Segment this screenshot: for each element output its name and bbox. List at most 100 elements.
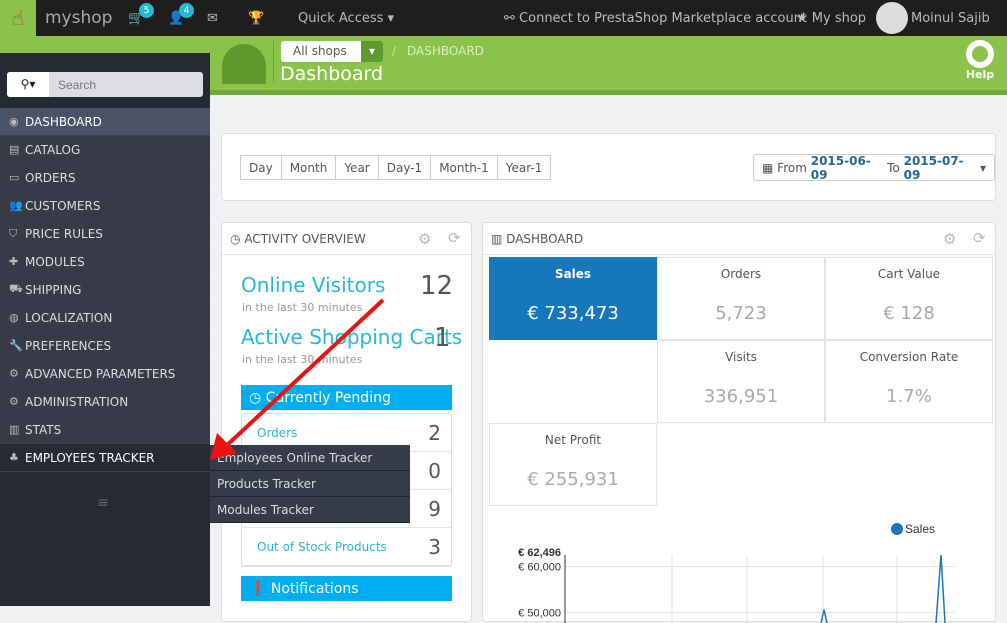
sidebar-item-label: SHIPPING [25,282,82,297]
to-label: To [887,160,900,175]
pending-value: 9 [428,496,441,521]
help-button[interactable]: Help [960,40,1000,81]
refresh-icon[interactable]: ⟳ [448,229,461,247]
customers-icon[interactable]: 👤 4 [168,0,194,36]
dashboard-panel: ▥ DASHBOARD ⚙ ⟳ Sales € 733,473 Orders 5,72… [482,222,996,623]
exclamation-icon: ❗ [249,580,267,597]
dashboard-gauge-icon [222,44,266,84]
chevron-down-icon: ▾ [361,41,383,62]
date-button-day-1[interactable]: Day-1 [377,155,432,180]
shop-select[interactable]: All shops ▾ [281,41,383,62]
page-title: Dashboard [280,63,384,85]
sidebar-item-label: CUSTOMERS [25,198,101,213]
configure-icon[interactable]: ⚙ [418,230,431,248]
date-button-year[interactable]: Year [335,155,379,180]
kpi-value: 1.7% [886,386,932,407]
kpi-value: 336,951 [703,386,779,407]
panel-title: DASHBOARD [506,231,584,246]
breadcrumb[interactable]: DASHBOARD [407,44,484,58]
kpi-visits[interactable]: Visits 336,951 [657,340,825,423]
panel-title: ACTIVITY OVERVIEW [244,231,366,246]
search-input[interactable] [49,72,203,97]
sidebar-item-label: ADVANCED PARAMETERS [25,366,176,381]
sidebar-item-orders[interactable]: ▭ ORDERS [0,164,210,192]
envelope-icon[interactable]: ✉ [207,0,218,36]
kpi-label: Orders [720,267,762,281]
search-type-dropdown[interactable]: ⚲▾ [7,72,49,97]
my-shop-label: My shop [811,10,867,26]
help-label: Help [965,68,995,81]
marketplace-link[interactable]: ⚯ Connect to PrestaShop Marketplace acco… [504,0,807,36]
bar-chart-icon: ▥ [491,231,503,246]
kpi-label: Cart Value [877,267,941,281]
kpi-net-profit[interactable]: Net Profit € 255,931 [489,423,657,506]
tag-icon: ⛉ [9,226,18,240]
kpi-value: € 128 [883,303,935,324]
date-button-month[interactable]: Month [280,155,337,180]
sidebar-item-stats[interactable]: ▥ STATS [0,416,210,444]
sidebar-item-label: EMPLOYEES TRACKER [25,450,155,465]
kpi-label: Conversion Rate [859,350,959,364]
prestashop-logo-icon[interactable]: ☝ [0,0,36,36]
sidebar-item-modules[interactable]: ✚ MODULES [0,248,210,276]
link-icon: ⚯ [504,10,515,26]
sidebar-item-shipping[interactable]: ⛟ SHIPPING [0,276,210,304]
kpi-orders[interactable]: Orders 5,723 [657,257,825,340]
cart-badge: 5 [139,3,154,18]
kpi-cart-value[interactable]: Cart Value € 128 [825,257,993,340]
notifications-header: ❗ Notifications [241,576,452,601]
pending-value: 3 [428,534,441,559]
search-bar[interactable]: ⚲▾ [7,72,203,97]
pending-row[interactable]: Out of Stock Products 3 [242,528,451,566]
sidebar-item-administration[interactable]: ⚙ ADMINISTRATION [0,388,210,416]
sidebar-item-preferences[interactable]: 🔧 PREFERENCES [0,332,210,360]
online-visitors-link[interactable]: Online Visitors [241,273,385,297]
quick-access-menu[interactable]: Quick Access ▾ [298,0,394,36]
to-date: 2015-07-09 [903,153,964,182]
dashboard-icon: ◉ [9,115,19,128]
legend-marker [891,523,903,535]
sidebar-item-label: ADMINISTRATION [25,394,129,409]
book-icon: ▤ [9,143,20,156]
kpi-conversion-rate[interactable]: Conversion Rate 1.7% [825,340,993,423]
date-button-month-1[interactable]: Month-1 [430,155,498,180]
kpi-sales[interactable]: Sales € 733,473 [489,257,657,340]
configure-icon[interactable]: ⚙ [943,230,956,248]
users-icon: 👥 [9,199,23,212]
date-button-year-1[interactable]: Year-1 [496,155,552,180]
y-tick-label: € 62,496 [518,547,561,559]
cart-icon[interactable]: 🛒 5 [128,0,154,36]
sidebar-item-price-rules[interactable]: ⛉ PRICE RULES [0,220,210,248]
user-menu[interactable]: Moinul Sajib [876,0,990,36]
kpi-value: € 733,473 [527,303,619,324]
my-shop-link[interactable]: ★ My shop [796,0,866,36]
clock-icon: ◷ [230,231,241,246]
sidebar-item-advanced-parameters[interactable]: ⚙ ADVANCED PARAMETERS [0,360,210,388]
sidebar-item-employees-tracker[interactable]: ♣ EMPLOYEES TRACKER [0,444,210,472]
sidebar-item-dashboard[interactable]: ◉ DASHBOARD [0,108,210,136]
shop-select-value: All shops [281,41,361,62]
kpi-value: € 255,931 [527,469,619,490]
sidebar-item-catalog[interactable]: ▤ CATALOG [0,136,210,164]
kpi-label: Sales [554,267,592,281]
date-range-picker[interactable]: ▦ From 2015-06-09 To 2015-07-09 ▾ [753,153,995,182]
pending-label[interactable]: Out of Stock Products [257,540,387,554]
sidebar-item-customers[interactable]: 👥 CUSTOMERS [0,192,210,220]
wrench-icon: 🔧 [9,339,23,352]
sidebar-item-label: PREFERENCES [25,338,112,353]
sidebar-item-label: ORDERS [25,170,76,185]
search-icon: ⚲ [20,77,30,91]
collapse-menu-icon[interactable]: ≡ [97,495,109,511]
refresh-icon[interactable]: ⟳ [973,229,986,247]
submenu-item[interactable]: Products Tracker [210,471,410,497]
globe-icon: ◍ [9,311,19,324]
shop-name[interactable]: myshop [45,0,112,36]
sidebar-item-localization[interactable]: ◍ LOCALIZATION [0,304,210,332]
sidebar-item-label: DASHBOARD [25,114,102,129]
sidebar-item-label: LOCALIZATION [25,310,113,325]
credit-card-icon: ▭ [9,171,20,184]
trophy-icon[interactable]: 🏆 [248,0,264,36]
date-button-day[interactable]: Day [240,155,282,180]
submenu-item[interactable]: Modules Tracker [210,497,410,523]
notifications-title: Notifications [270,580,359,597]
